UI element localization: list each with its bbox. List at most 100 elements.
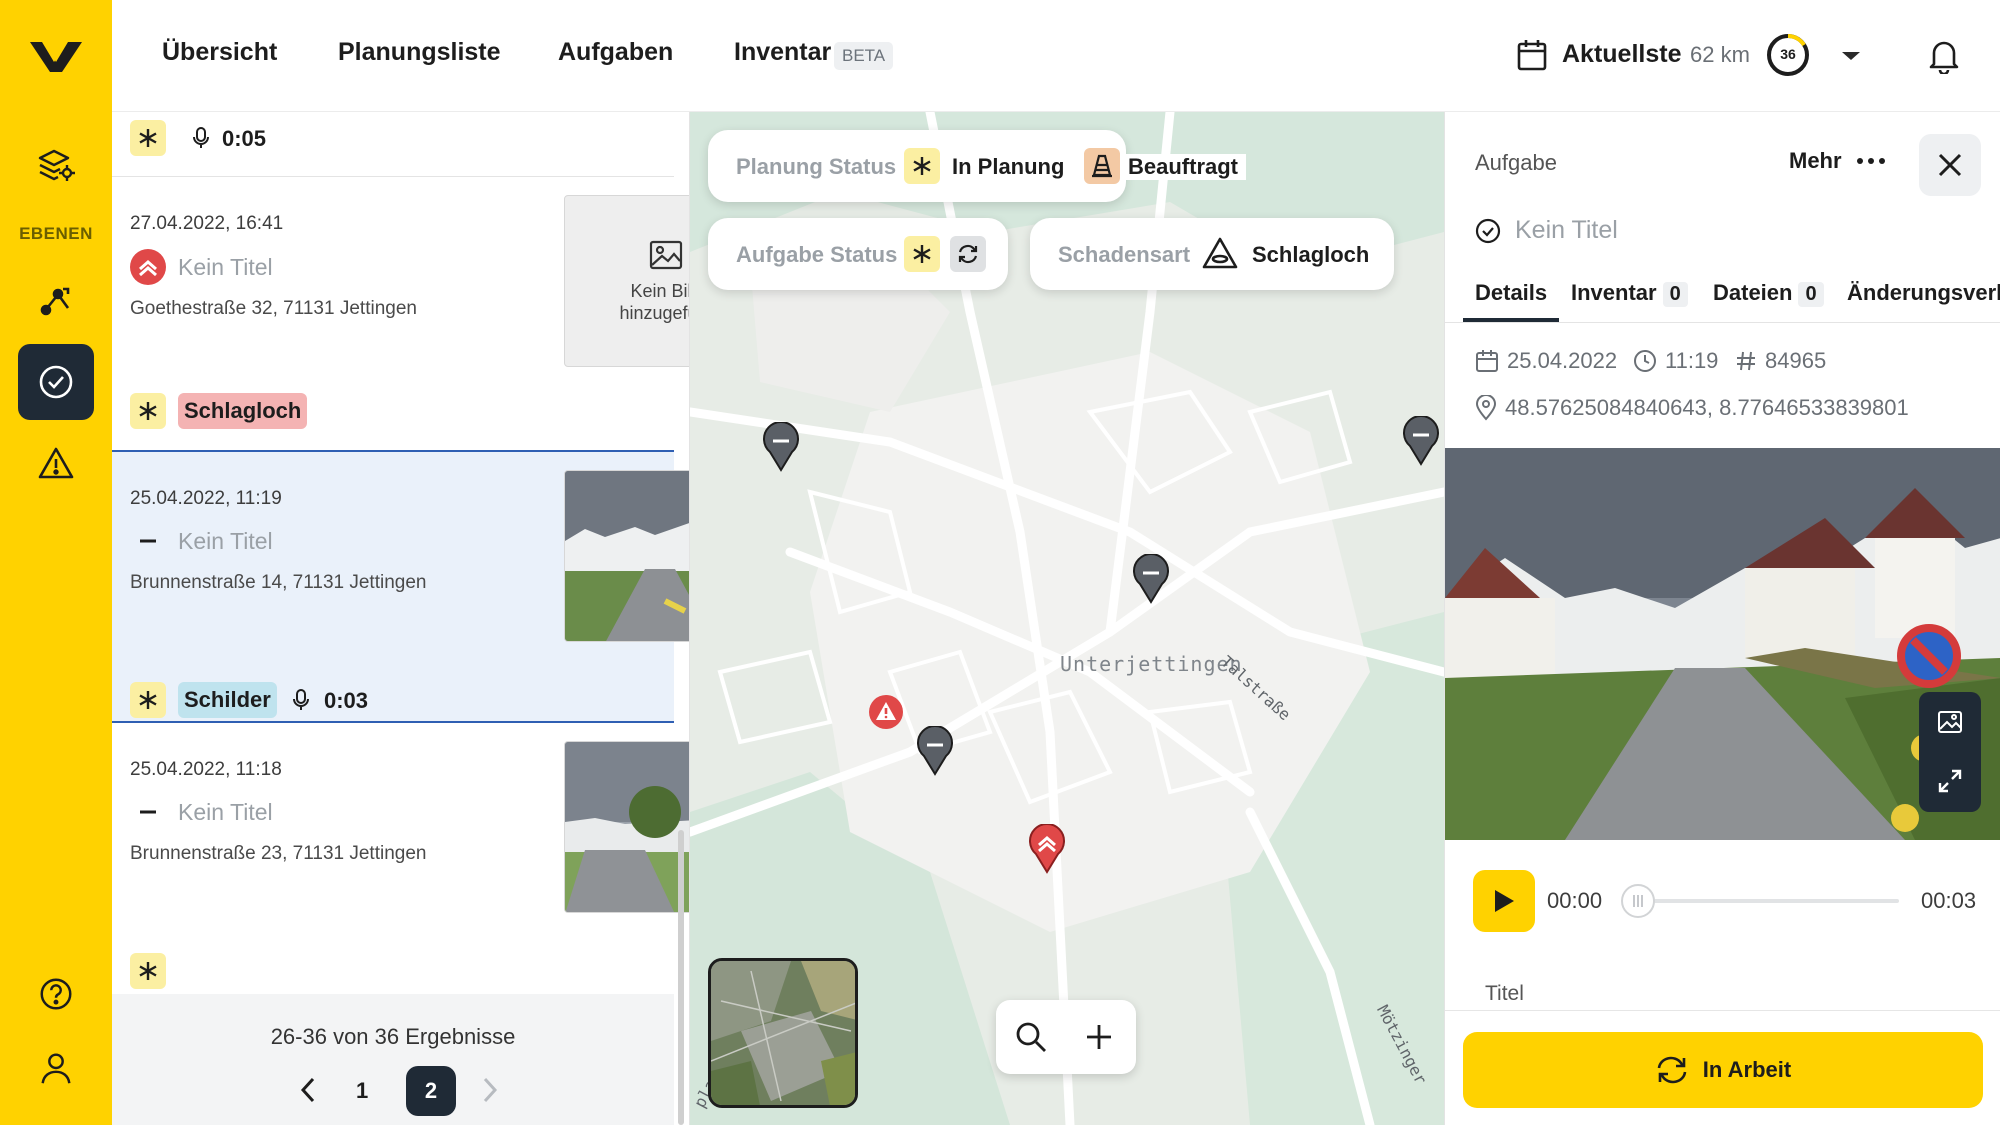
audio-total-time: 00:03 <box>1921 888 1977 913</box>
category-tag: Schilder <box>178 682 277 718</box>
list-item-selected[interactable]: 25.04.2022, 11:19 Kein Titel Brunnenstra… <box>112 452 689 722</box>
audio-duration: 0:05 <box>222 126 267 151</box>
audio-progress-handle[interactable] <box>1621 884 1655 918</box>
tab-history[interactable]: Änderungsverla <box>1847 280 2000 306</box>
left-rail: EBENEN <box>0 0 112 1125</box>
top-navigation: Übersicht Planungsliste Aufgaben Inventa… <box>112 0 2000 112</box>
item-title: Kein Titel <box>178 528 273 554</box>
task-coordinates[interactable]: 48.57625084840643, 8.77646533839801 <box>1475 395 1909 421</box>
audio-duration: 0:03 <box>324 688 369 713</box>
user-icon <box>37 1049 75 1087</box>
filter-value: Beauftragt <box>1120 154 1247 180</box>
layers-button[interactable] <box>18 128 94 204</box>
asterisk-tag <box>904 148 940 184</box>
planning-status-filter[interactable]: Planung Status In Planung <box>708 130 1126 202</box>
title-field-label: Titel <box>1485 982 1524 1005</box>
tab-label: Änderungsverla <box>1847 280 2000 305</box>
play-button[interactable] <box>1473 870 1535 932</box>
tab-label: Dateien <box>1713 280 1793 305</box>
location-pin-icon <box>1475 395 1497 421</box>
task-photo[interactable] <box>1445 448 2000 840</box>
date-sort-label[interactable]: Aktuellste <box>1562 40 1681 69</box>
satellite-layer-toggle[interactable] <box>708 958 858 1108</box>
damage-type-filter[interactable]: Schadensart Schlagloch <box>1030 218 1394 290</box>
task-time: 11:19 <box>1633 348 1718 374</box>
search-icon[interactable] <box>1014 1020 1048 1054</box>
status-action-button[interactable]: In Arbeit <box>1463 1032 1983 1108</box>
help-button[interactable] <box>18 956 94 1032</box>
tabs-divider <box>1445 322 2000 323</box>
expand-icon[interactable] <box>1937 768 1963 794</box>
calendar-icon[interactable] <box>1516 38 1548 72</box>
layers-label: EBENEN <box>19 224 93 243</box>
time-value: 11:19 <box>1665 348 1719 373</box>
item-title: Kein Titel <box>178 254 273 280</box>
tab-count: 0 <box>1662 282 1688 307</box>
more-label: Mehr <box>1789 148 1842 173</box>
map-pin-normal[interactable] <box>1132 554 1170 604</box>
chevron-left-icon[interactable] <box>300 1076 316 1104</box>
filter-value: Schlagloch <box>1252 242 1370 267</box>
task-id: 84965 <box>1735 348 1826 374</box>
tab-count: 0 <box>1798 282 1824 307</box>
more-dots-icon <box>1856 157 1886 165</box>
pothole-icon <box>1202 236 1238 270</box>
hash-icon <box>1735 350 1757 372</box>
tab-details[interactable]: Details <box>1475 280 1547 306</box>
refresh-status-icon <box>950 236 986 272</box>
tab-files[interactable]: Dateien 0 <box>1713 280 1824 307</box>
nav-planning-list[interactable]: Planungsliste <box>338 38 501 67</box>
task-title[interactable]: Kein Titel <box>1515 216 1618 245</box>
warning-icon <box>36 444 76 484</box>
item-date: 25.04.2022, 11:18 <box>130 759 282 780</box>
nav-tasks[interactable]: Aufgaben <box>558 38 673 67</box>
date-value: 25.04.2022 <box>1507 348 1618 373</box>
chevron-right-icon[interactable] <box>482 1076 498 1104</box>
tasks-button[interactable] <box>18 344 94 420</box>
pagination: 26-36 von 36 Ergebnisse 1 2 <box>112 994 674 1125</box>
bell-icon[interactable] <box>1928 38 1960 74</box>
nav-inventory[interactable]: Inventar <box>734 38 831 67</box>
route-icon <box>36 280 76 320</box>
list-scrollbar[interactable] <box>678 830 684 1125</box>
play-icon <box>1492 888 1516 914</box>
task-status-filter[interactable]: Aufgabe Status <box>708 218 1008 290</box>
status-action-label: In Arbeit <box>1702 1057 1792 1082</box>
map-pin-high-priority[interactable] <box>1028 824 1066 874</box>
zoom-in-icon[interactable] <box>1084 1022 1114 1052</box>
warnings-button[interactable] <box>18 426 94 502</box>
asterisk-tag <box>130 953 166 989</box>
page-2-button[interactable]: 2 <box>406 1066 456 1116</box>
audio-current-time: 00:00 <box>1547 888 1603 913</box>
chevron-down-icon[interactable] <box>1840 50 1862 62</box>
result-count-ring: 36 <box>1766 33 1810 77</box>
map-pin-normal[interactable] <box>916 726 954 776</box>
grip-icon <box>1632 894 1644 908</box>
panel-header: Aufgabe <box>1475 150 1557 175</box>
map-pin-normal[interactable] <box>1402 416 1440 466</box>
result-count: 36 <box>1780 46 1796 62</box>
more-button[interactable]: Mehr <box>1789 148 1886 174</box>
task-date: 25.04.2022 <box>1475 348 1617 374</box>
no-image-placeholder: Kein Bild hinzugefügt <box>564 195 689 367</box>
filter-label: Planung Status <box>736 154 897 179</box>
page-1-button[interactable]: 1 <box>356 1078 368 1104</box>
microphone-icon <box>292 688 310 712</box>
item-photo <box>564 470 689 642</box>
map-warning-marker[interactable] <box>868 694 904 730</box>
image-edit-icon[interactable] <box>1937 710 1963 734</box>
list-item[interactable]: 25.04.2022, 11:18 Kein Titel Brunnenstra… <box>112 723 689 993</box>
tab-inventory[interactable]: Inventar 0 <box>1571 280 1688 307</box>
close-button[interactable] <box>1919 134 1981 196</box>
audio-progress-track[interactable] <box>1625 899 1899 903</box>
nav-overview[interactable]: Übersicht <box>162 38 277 67</box>
map-view[interactable]: Planung Status In Planung Beauftragt Auf… <box>690 112 1444 1125</box>
item-title: Kein Titel <box>178 799 273 825</box>
routes-button[interactable] <box>18 262 94 338</box>
profile-button[interactable] <box>18 1030 94 1106</box>
app-logo[interactable] <box>28 36 84 76</box>
map-pin-normal[interactable] <box>762 422 800 472</box>
layers-settings-icon <box>36 146 76 186</box>
footer-divider <box>1445 1010 2000 1011</box>
item-address: Brunnenstraße 14, 71131 Jettingen <box>130 572 427 593</box>
